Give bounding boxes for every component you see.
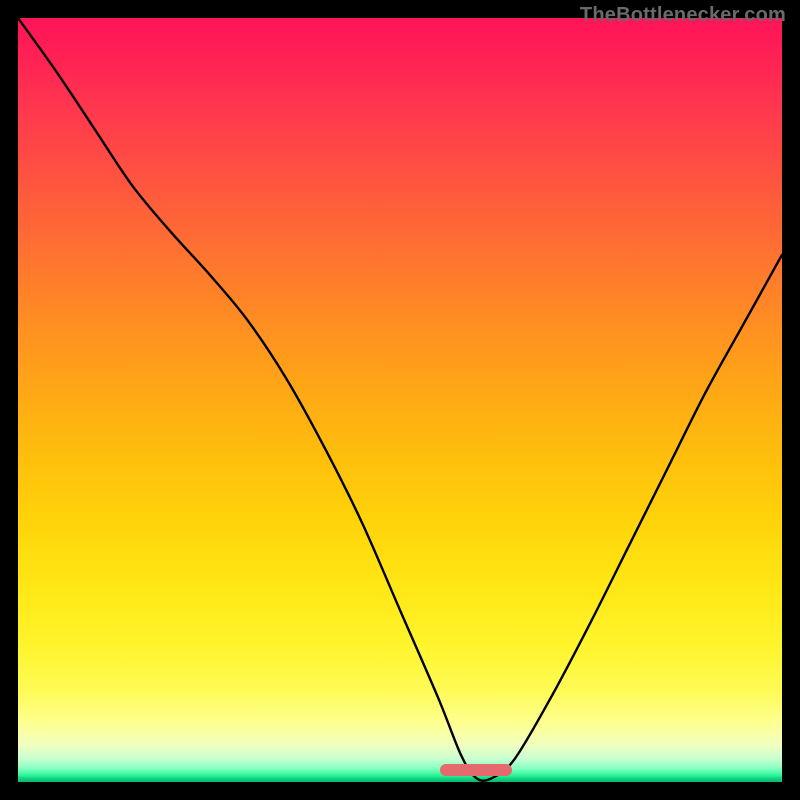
bottleneck-curve: [18, 18, 782, 782]
chart-frame: TheBottlenecker.com: [0, 0, 800, 800]
optimal-range-marker: [440, 764, 512, 776]
watermark-text: TheBottlenecker.com: [580, 4, 786, 27]
plot-area: [18, 18, 782, 782]
